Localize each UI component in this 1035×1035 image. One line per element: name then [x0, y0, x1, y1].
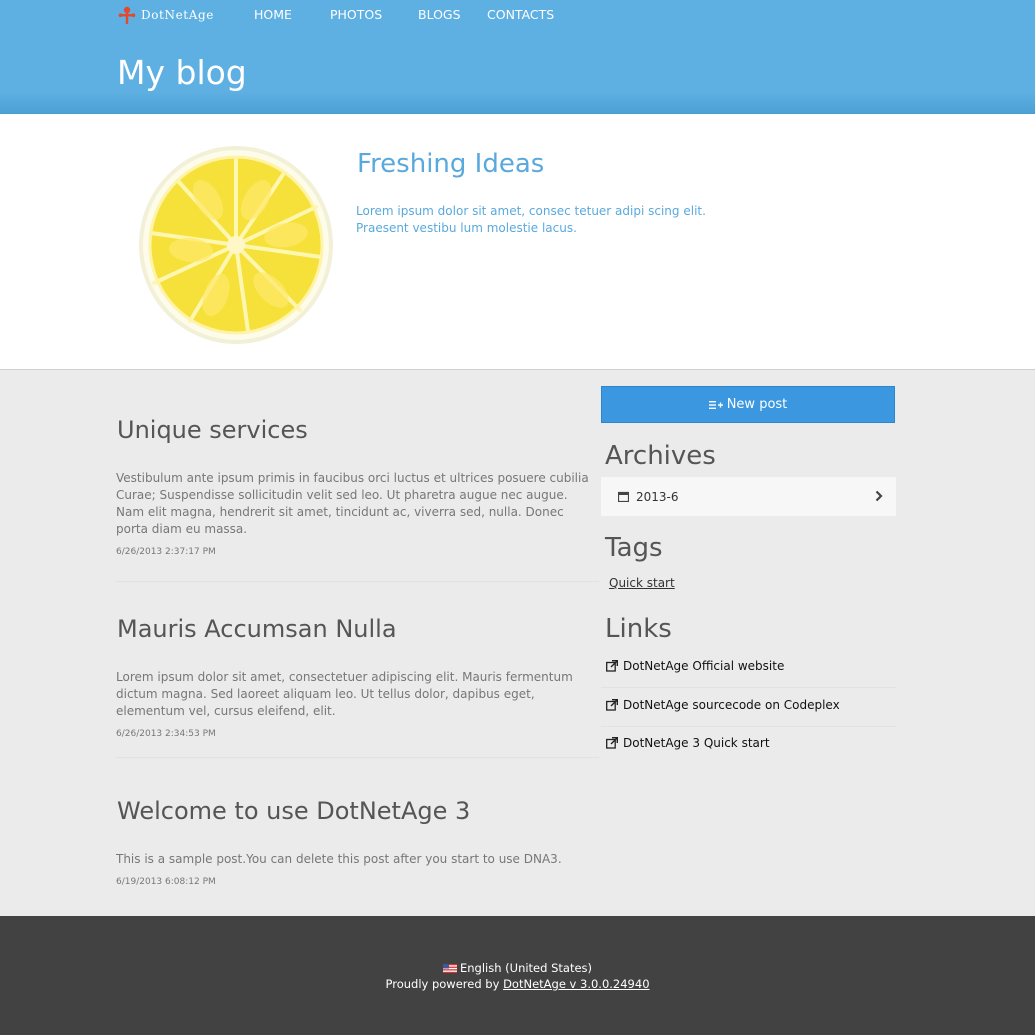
post-date: 6/19/2013 6:08:12 PM — [116, 877, 216, 887]
language-label: English (United States) — [459, 961, 593, 975]
post-title[interactable]: Mauris Accumsan Nulla — [117, 615, 599, 643]
external-link-icon — [606, 737, 618, 749]
new-post-button[interactable]: New post — [601, 386, 895, 423]
external-link-icon — [606, 699, 618, 711]
site-header: DotNetAge HOME PHOTOS BLOGS CONTACTS My … — [0, 0, 1035, 114]
calendar-icon — [618, 491, 629, 502]
nav-contacts[interactable]: CONTACTS — [487, 7, 554, 22]
page-title: My blog — [117, 53, 247, 92]
logo-cross-icon — [118, 6, 136, 24]
lemon-slice-image — [139, 146, 333, 344]
hero-banner: Freshing Ideas Lorem ipsum dolor sit ame… — [0, 114, 1035, 370]
post-body: Vestibulum ante ipsum primis in faucibus… — [116, 471, 589, 536]
new-post-label: New post — [726, 397, 788, 412]
link-item[interactable]: DotNetAge 3 Quick start — [601, 727, 896, 765]
nav-photos[interactable]: PHOTOS — [330, 7, 382, 22]
us-flag-icon — [442, 964, 457, 973]
links-heading: Links — [605, 614, 672, 644]
link-label: DotNetAge sourcecode on Codeplex — [623, 698, 840, 712]
hero-title: Freshing Ideas — [357, 149, 545, 179]
tags-heading: Tags — [605, 533, 663, 563]
logo-text: DotNetAge — [141, 8, 214, 22]
link-label: DotNetAge 3 Quick start — [623, 736, 770, 750]
powered-by: Proudly powered by DotNetAge v 3.0.0.249… — [0, 977, 1035, 991]
post-date: 6/26/2013 2:34:53 PM — [116, 729, 216, 739]
hero-text: Lorem ipsum dolor sit amet, consec tetue… — [356, 203, 716, 237]
dotnetage-version-link[interactable]: DotNetAge v 3.0.0.24940 — [503, 977, 649, 991]
powered-prefix: Proudly powered by — [385, 977, 504, 991]
hero-text-line: Lorem ipsum dolor sit amet, consec tetue… — [356, 204, 706, 218]
nav-blogs[interactable]: BLOGS — [418, 7, 461, 22]
link-label: DotNetAge Official website — [623, 659, 785, 673]
post-body: This is a sample post.You can delete thi… — [116, 852, 562, 866]
post-item: Mauris Accumsan Nulla Lorem ipsum dolor … — [116, 615, 599, 758]
post-body: Lorem ipsum dolor sit amet, consectetuer… — [116, 670, 573, 718]
tag-quick-start[interactable]: Quick start — [609, 576, 675, 590]
site-footer: English (United States) Proudly powered … — [0, 916, 1035, 1035]
external-link-icon — [606, 660, 618, 672]
post-title[interactable]: Unique services — [117, 416, 599, 444]
archive-label: 2013-6 — [636, 490, 679, 504]
link-item[interactable]: DotNetAge sourcecode on Codeplex — [601, 689, 896, 727]
post-date: 6/26/2013 2:37:17 PM — [116, 547, 216, 557]
chevron-right-icon — [875, 490, 883, 502]
nav-home[interactable]: HOME — [254, 7, 292, 22]
post-title[interactable]: Welcome to use DotNetAge 3 — [117, 797, 599, 825]
hero-text-line: Praesent vestibu lum molestie lacus. — [356, 221, 577, 235]
post-item: Unique services Vestibulum ante ipsum pr… — [116, 416, 599, 582]
post-item: Welcome to use DotNetAge 3 This is a sam… — [116, 797, 599, 897]
archive-item-2013-6[interactable]: 2013-6 — [601, 477, 896, 516]
site-logo[interactable]: DotNetAge — [118, 5, 214, 25]
link-item[interactable]: DotNetAge Official website — [601, 650, 896, 688]
archives-heading: Archives — [605, 441, 716, 471]
new-post-icon — [708, 400, 723, 409]
language-selector[interactable]: English (United States) — [0, 961, 1035, 975]
